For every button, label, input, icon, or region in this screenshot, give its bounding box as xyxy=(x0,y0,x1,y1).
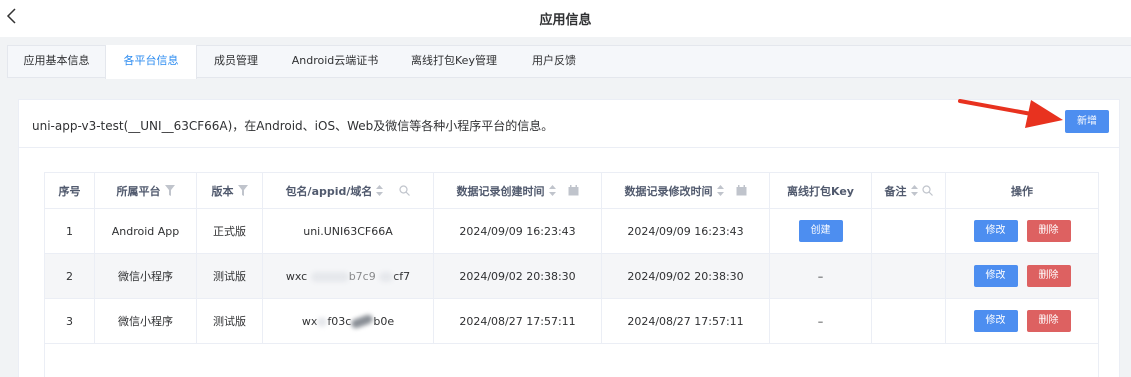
col-version: 版本 xyxy=(196,172,263,209)
create-key-button[interactable]: 创建 xyxy=(798,220,843,242)
cell-package: wxc b7c9 cf7 xyxy=(262,253,434,299)
package-suffix: b0e xyxy=(373,314,395,328)
panel-header: uni-app-v3-test(__UNI__63CF66A)，在Android… xyxy=(19,100,1119,148)
package-mid: b7c9 xyxy=(348,269,376,283)
cell-created: 2024/08/27 17:57:11 xyxy=(433,298,602,344)
col-modified: 数据记录修改时间 xyxy=(601,172,770,209)
table-empty-row xyxy=(44,343,1099,377)
package-suffix: cf7 xyxy=(393,269,411,283)
col-offline-key: 离线打包Key xyxy=(769,172,872,209)
redaction-blur xyxy=(310,271,349,282)
cell-remark xyxy=(871,208,946,254)
col-platform: 所属平台 xyxy=(94,172,197,209)
filter-icon[interactable] xyxy=(164,185,175,196)
cell-version: 测试版 xyxy=(196,298,263,344)
cell-offline-key: – xyxy=(769,253,872,299)
edit-button[interactable]: 修改 xyxy=(973,310,1018,332)
cell-offline-key: 创建 xyxy=(769,208,872,254)
cell-index: 3 xyxy=(44,298,95,344)
cell-actions: 修改 删除 xyxy=(945,208,1099,254)
table-header-row: 序号 所属平台 版本 包名/appid/域名 数据记录创建时间 数据记录修改时间… xyxy=(44,172,1099,209)
tab-android-cert[interactable]: Android云端证书 xyxy=(275,45,395,78)
redaction-blur xyxy=(350,313,375,330)
cell-platform: 微信小程序 xyxy=(94,298,197,344)
col-remark: 备注 xyxy=(871,172,946,209)
tab-basic-info[interactable]: 应用基本信息 xyxy=(8,45,105,78)
col-package: 包名/appid/域名 xyxy=(262,172,434,209)
platform-panel: uni-app-v3-test(__UNI__63CF66A)，在Android… xyxy=(18,99,1120,377)
cell-remark xyxy=(871,298,946,344)
cell-package: wx f03c b0e xyxy=(262,298,434,344)
package-prefix: wx xyxy=(301,314,318,328)
empty-space xyxy=(44,343,1099,377)
cell-version: 测试版 xyxy=(196,253,263,299)
cell-offline-key: – xyxy=(769,298,872,344)
col-actions: 操作 xyxy=(945,172,1099,209)
page-title: 应用信息 xyxy=(539,13,592,28)
tab-platform-info[interactable]: 各平台信息 xyxy=(105,45,197,79)
col-created: 数据记录创建时间 xyxy=(433,172,602,209)
cell-version: 正式版 xyxy=(196,208,263,254)
cell-modified: 2024/09/09 16:23:43 xyxy=(601,208,770,254)
delete-button[interactable]: 删除 xyxy=(1026,310,1071,332)
delete-button[interactable]: 删除 xyxy=(1026,220,1071,242)
cell-modified: 2024/08/27 17:57:11 xyxy=(601,298,770,344)
search-icon[interactable] xyxy=(921,185,933,196)
table-row: 2 微信小程序 测试版 wxc b7c9 cf7 2024/09/02 20:3… xyxy=(44,253,1099,299)
cell-modified: 2024/09/02 20:38:30 xyxy=(601,253,770,299)
cell-actions: 修改 删除 xyxy=(945,298,1099,344)
sort-icon[interactable] xyxy=(910,185,918,196)
table-row: 1 Android App 正式版 uni.UNI63CF66A 2024/09… xyxy=(44,208,1099,254)
sort-icon[interactable] xyxy=(548,185,556,196)
tab-offline-key[interactable]: 离线打包Key管理 xyxy=(395,45,513,78)
cell-index: 1 xyxy=(44,208,95,254)
panel-description: uni-app-v3-test(__UNI__63CF66A)，在Android… xyxy=(32,119,554,133)
tab-feedback[interactable]: 用户反馈 xyxy=(513,45,595,78)
cell-platform: 微信小程序 xyxy=(94,253,197,299)
redaction-blur xyxy=(317,316,328,327)
tab-bar: 应用基本信息 各平台信息 成员管理 Android云端证书 离线打包Key管理 … xyxy=(7,45,1131,79)
cell-platform: Android App xyxy=(94,208,197,254)
edit-button[interactable]: 修改 xyxy=(973,265,1018,287)
sort-icon[interactable] xyxy=(716,185,724,196)
package-prefix: wxc xyxy=(285,269,308,283)
cell-actions: 修改 删除 xyxy=(945,253,1099,299)
edit-button[interactable]: 修改 xyxy=(973,220,1018,242)
cell-created: 2024/09/09 16:23:43 xyxy=(433,208,602,254)
search-icon[interactable] xyxy=(399,185,411,196)
col-index: 序号 xyxy=(44,172,95,209)
sort-icon[interactable] xyxy=(376,185,384,196)
calendar-icon[interactable] xyxy=(736,185,747,196)
package-mid: f03c xyxy=(327,314,352,328)
filter-icon[interactable] xyxy=(237,185,248,196)
tab-members[interactable]: 成员管理 xyxy=(197,45,275,78)
cell-index: 2 xyxy=(44,253,95,299)
cell-remark xyxy=(871,253,946,299)
add-button[interactable]: 新增 xyxy=(1065,110,1109,133)
delete-button[interactable]: 删除 xyxy=(1026,265,1071,287)
platform-table: 序号 所属平台 版本 包名/appid/域名 数据记录创建时间 数据记录修改时间… xyxy=(44,172,1099,377)
top-bar: 应用信息 xyxy=(0,0,1131,37)
table-row: 3 微信小程序 测试版 wx f03c b0e 2024/08/27 17:57:1… xyxy=(44,298,1099,344)
cell-package: uni.UNI63CF66A xyxy=(262,208,434,254)
calendar-icon[interactable] xyxy=(568,185,579,196)
cell-created: 2024/09/02 20:38:30 xyxy=(433,253,602,299)
redaction-blur xyxy=(379,271,394,282)
